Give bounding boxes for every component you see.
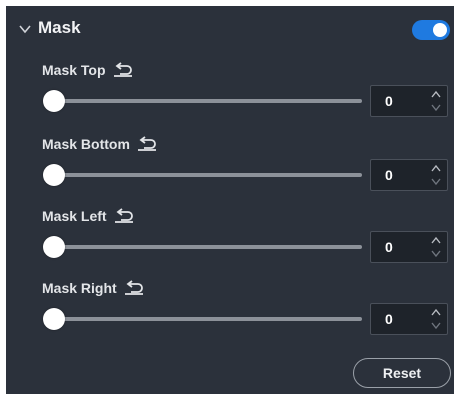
mask-top-stepper[interactable]: 0: [370, 85, 448, 117]
undo-icon[interactable]: [136, 136, 158, 152]
mask-left-label: Mask Left: [42, 208, 107, 224]
undo-icon[interactable]: [112, 62, 134, 78]
mask-right-value[interactable]: 0: [385, 311, 393, 327]
mask-left-slider-track[interactable]: [54, 245, 362, 249]
mask-top-label-group: Mask Top: [42, 62, 134, 78]
undo-icon[interactable]: [113, 208, 135, 224]
mask-top-label: Mask Top: [42, 62, 106, 78]
mask-left-control: Mask Left 0: [6, 208, 454, 278]
stepper-arrows-icon[interactable]: [429, 307, 443, 331]
mask-right-label: Mask Right: [42, 280, 117, 296]
stepper-arrows-icon[interactable]: [429, 235, 443, 259]
stepper-arrows-icon[interactable]: [429, 163, 443, 187]
mask-top-value[interactable]: 0: [385, 93, 393, 109]
mask-bottom-slider-track[interactable]: [54, 173, 362, 177]
mask-right-label-group: Mask Right: [42, 280, 145, 296]
toggle-knob: [433, 23, 447, 37]
mask-panel: Mask Mask Top 0 Mask Bottom 0 Mask Left …: [6, 6, 454, 394]
section-title: Mask: [38, 18, 81, 37]
reset-button[interactable]: Reset: [353, 358, 451, 388]
mask-right-control: Mask Right 0: [6, 280, 454, 350]
undo-icon[interactable]: [123, 280, 145, 296]
mask-enable-toggle[interactable]: [412, 20, 450, 40]
mask-bottom-value[interactable]: 0: [385, 167, 393, 183]
mask-top-slider-track[interactable]: [54, 99, 362, 103]
mask-bottom-slider-thumb[interactable]: [43, 164, 65, 186]
mask-left-label-group: Mask Left: [42, 208, 135, 224]
mask-section-header[interactable]: Mask: [6, 16, 454, 44]
mask-right-slider-thumb[interactable]: [43, 308, 65, 330]
chevron-down-icon[interactable]: [18, 22, 32, 36]
mask-right-slider-track[interactable]: [54, 317, 362, 321]
mask-top-control: Mask Top 0: [6, 62, 454, 132]
mask-left-stepper[interactable]: 0: [370, 231, 448, 263]
mask-left-slider-thumb[interactable]: [43, 236, 65, 258]
mask-bottom-stepper[interactable]: 0: [370, 159, 448, 191]
mask-left-value[interactable]: 0: [385, 239, 393, 255]
mask-bottom-label-group: Mask Bottom: [42, 136, 158, 152]
mask-bottom-label: Mask Bottom: [42, 136, 130, 152]
stepper-arrows-icon[interactable]: [429, 89, 443, 113]
mask-top-slider-thumb[interactable]: [43, 90, 65, 112]
mask-bottom-control: Mask Bottom 0: [6, 136, 454, 206]
mask-right-stepper[interactable]: 0: [370, 303, 448, 335]
